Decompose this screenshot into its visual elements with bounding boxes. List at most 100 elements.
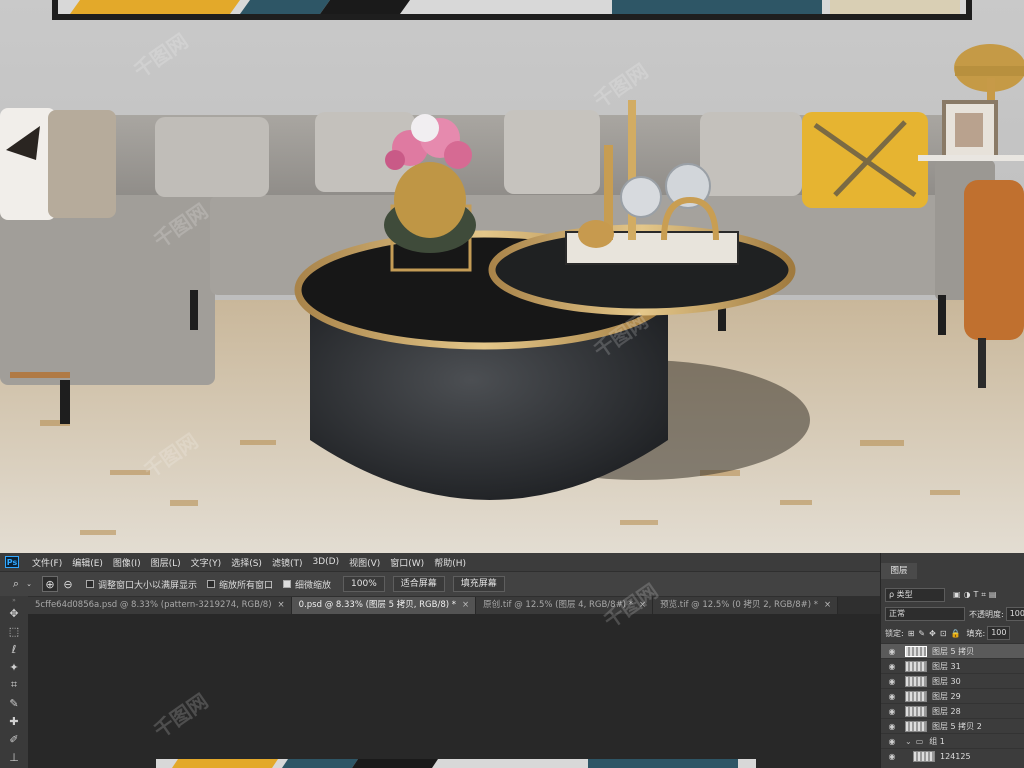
zoom-tool-icon[interactable]: ⌕ xyxy=(8,576,24,592)
menu-image[interactable]: 图像(I) xyxy=(108,556,146,569)
resize-windows-checkbox[interactable]: 调整窗口大小以满屏显示 xyxy=(86,578,197,591)
layer-row[interactable]: ◉ 图层 5 拷贝 xyxy=(881,643,1024,659)
layer-thumbnail xyxy=(905,721,927,732)
layer-row[interactable]: ◉ 图层 30 xyxy=(881,673,1024,689)
tab-document-4[interactable]: 预览.tif @ 12.5% (0 拷贝 2, RGB/8#) * × xyxy=(653,597,839,614)
eye-icon[interactable]: ◉ xyxy=(885,722,899,731)
fill-screen-button[interactable]: 填充屏幕 xyxy=(452,576,505,592)
opacity-label: 不透明度: xyxy=(969,609,1004,619)
tab-label: 0.psd @ 8.33% (图层 5 拷贝, RGB/8) * xyxy=(298,600,457,610)
eye-icon[interactable]: ◉ xyxy=(885,692,899,701)
fit-screen-button[interactable]: 适合屏幕 xyxy=(392,576,445,592)
close-icon[interactable]: × xyxy=(639,597,646,614)
menu-edit[interactable]: 编辑(E) xyxy=(67,556,108,569)
clone-stamp-icon[interactable]: ⊥ xyxy=(0,748,28,766)
eye-icon[interactable]: ◉ xyxy=(885,677,899,686)
layer-name: 124125 xyxy=(940,752,971,761)
menu-help[interactable]: 帮助(H) xyxy=(429,556,471,569)
close-icon[interactable]: × xyxy=(278,597,285,614)
layer-name: 图层 5 拷贝 2 xyxy=(932,722,982,731)
crop-tool-icon[interactable]: ⌗ xyxy=(0,676,28,694)
scrubby-zoom-checkbox[interactable]: 细微缩放 xyxy=(283,578,331,591)
eye-icon[interactable]: ◉ xyxy=(885,662,899,671)
blend-mode-dropdown[interactable]: 正常 xyxy=(885,607,965,621)
tab-document-3[interactable]: 原创.tif @ 12.5% (图层 4, RGB/8#) * × xyxy=(476,597,654,614)
blend-row: 正常 不透明度: 100 xyxy=(885,606,1024,622)
layer-thumbnail xyxy=(905,646,927,657)
layer-filter-dropdown[interactable]: ρ 类型 xyxy=(885,588,945,602)
menu-select[interactable]: 选择(S) xyxy=(226,556,267,569)
eye-icon[interactable]: ◉ xyxy=(885,707,899,716)
fill-label: 填充: xyxy=(966,628,986,638)
zoom-all-windows-checkbox[interactable]: 缩放所有窗口 xyxy=(207,578,273,591)
zoom-in-icon[interactable]: ⊕ xyxy=(42,576,58,592)
eye-icon[interactable]: ◉ xyxy=(885,647,899,656)
living-room-photo xyxy=(0,0,1024,553)
layer-thumbnail xyxy=(913,751,935,762)
lasso-tool-icon[interactable]: ℓ xyxy=(0,640,28,658)
layer-thumbnail xyxy=(905,661,927,672)
zoom-100-button[interactable]: 100% xyxy=(343,576,385,592)
menu-bar: Ps 文件(F) 编辑(E) 图像(I) 图层(L) 文字(Y) 选择(S) 滤… xyxy=(0,553,1024,571)
photoshop-window: Ps 文件(F) 编辑(E) 图像(I) 图层(L) 文字(Y) 选择(S) 滤… xyxy=(0,553,1024,768)
close-icon[interactable]: × xyxy=(462,597,469,614)
tab-document-2[interactable]: 0.psd @ 8.33% (图层 5 拷贝, RGB/8) * × xyxy=(291,597,477,614)
filter-icons[interactable]: ▣◑T⌗▤ xyxy=(953,590,1000,600)
menu-type[interactable]: 文字(Y) xyxy=(186,556,227,569)
layer-name: 图层 28 xyxy=(932,707,961,716)
marquee-tool-icon[interactable]: ⬚ xyxy=(0,622,28,640)
checkbox-box[interactable] xyxy=(86,580,94,588)
layer-name: 图层 31 xyxy=(932,662,961,671)
fill-input[interactable]: 100 xyxy=(987,626,1011,640)
opacity-input[interactable]: 100 xyxy=(1005,607,1024,621)
eye-icon[interactable]: ◉ xyxy=(885,752,899,761)
magic-wand-icon[interactable]: ✦ xyxy=(0,658,28,676)
folder-icon: ▭ xyxy=(915,737,924,746)
scrubby-zoom-label: 细微缩放 xyxy=(295,580,332,591)
layer-name: 图层 5 拷贝 xyxy=(932,647,975,656)
layers-tab[interactable]: 图层 xyxy=(881,563,917,579)
layer-row[interactable]: ◉ 图层 28 xyxy=(881,703,1024,719)
chevron-down-icon[interactable]: ⌄ xyxy=(905,737,912,746)
photoshop-logo-icon: Ps xyxy=(5,556,19,568)
layer-group-row[interactable]: ◉ ⌄ ▭ 组 1 xyxy=(881,733,1024,749)
layer-row[interactable]: ◉ 图层 29 xyxy=(881,688,1024,704)
menu-filter[interactable]: 滤镜(T) xyxy=(267,556,308,569)
brush-tool-icon[interactable]: ✐ xyxy=(0,730,28,748)
close-icon[interactable]: × xyxy=(824,597,831,614)
layer-name: 组 1 xyxy=(929,737,945,746)
move-tool-icon[interactable]: ✥ xyxy=(0,604,28,622)
layer-thumbnail xyxy=(905,706,927,717)
tools-panel: » ✥ ⬚ ℓ ✦ ⌗ ✎ ✚ ✐ ⊥ xyxy=(0,596,29,768)
canvas-preview xyxy=(156,759,756,768)
menu-window[interactable]: 窗口(W) xyxy=(385,556,429,569)
layer-filter-row: ρ 类型 ▣◑T⌗▤ xyxy=(885,587,1000,603)
zoom-out-icon[interactable]: ⊖ xyxy=(60,576,76,592)
panel-grip-icon: » xyxy=(12,596,16,604)
zoom-all-windows-label: 缩放所有窗口 xyxy=(219,580,274,591)
eye-icon[interactable]: ◉ xyxy=(885,737,899,746)
menu-3d[interactable]: 3D(D) xyxy=(307,557,344,567)
healing-brush-icon[interactable]: ✚ xyxy=(0,712,28,730)
layer-thumbnail xyxy=(905,676,927,687)
menu-layer[interactable]: 图层(L) xyxy=(146,556,186,569)
eyedropper-icon[interactable]: ✎ xyxy=(0,694,28,712)
lock-label: 锁定: xyxy=(885,628,904,638)
tab-document-1[interactable]: 5cffe64d0856a.psd @ 8.33% (pattern-32192… xyxy=(28,597,292,614)
menu-view[interactable]: 视图(V) xyxy=(344,556,385,569)
layer-row[interactable]: ◉ 图层 5 拷贝 2 xyxy=(881,718,1024,734)
resize-windows-label: 调整窗口大小以满屏显示 xyxy=(98,580,198,591)
tab-label: 原创.tif @ 12.5% (图层 4, RGB/8#) * xyxy=(483,600,633,610)
document-tabs: 5cffe64d0856a.psd @ 8.33% (pattern-32192… xyxy=(28,596,880,614)
layer-name: 图层 30 xyxy=(932,677,961,686)
document-canvas[interactable] xyxy=(28,614,880,768)
checkbox-box-checked[interactable] xyxy=(283,580,292,588)
menu-file[interactable]: 文件(F) xyxy=(27,556,67,569)
layer-row[interactable]: ◉ 图层 31 xyxy=(881,658,1024,674)
lock-row: 锁定: ⊞✎✥⊡🔒 填充: 100 xyxy=(885,625,1011,641)
layer-thumbnail xyxy=(905,691,927,702)
chevron-down-icon[interactable]: ⌄ xyxy=(24,576,34,592)
lock-icons[interactable]: ⊞✎✥⊡🔒 xyxy=(908,629,965,638)
layer-row[interactable]: ◉ 124125 xyxy=(881,748,1024,764)
checkbox-box[interactable] xyxy=(207,580,216,588)
